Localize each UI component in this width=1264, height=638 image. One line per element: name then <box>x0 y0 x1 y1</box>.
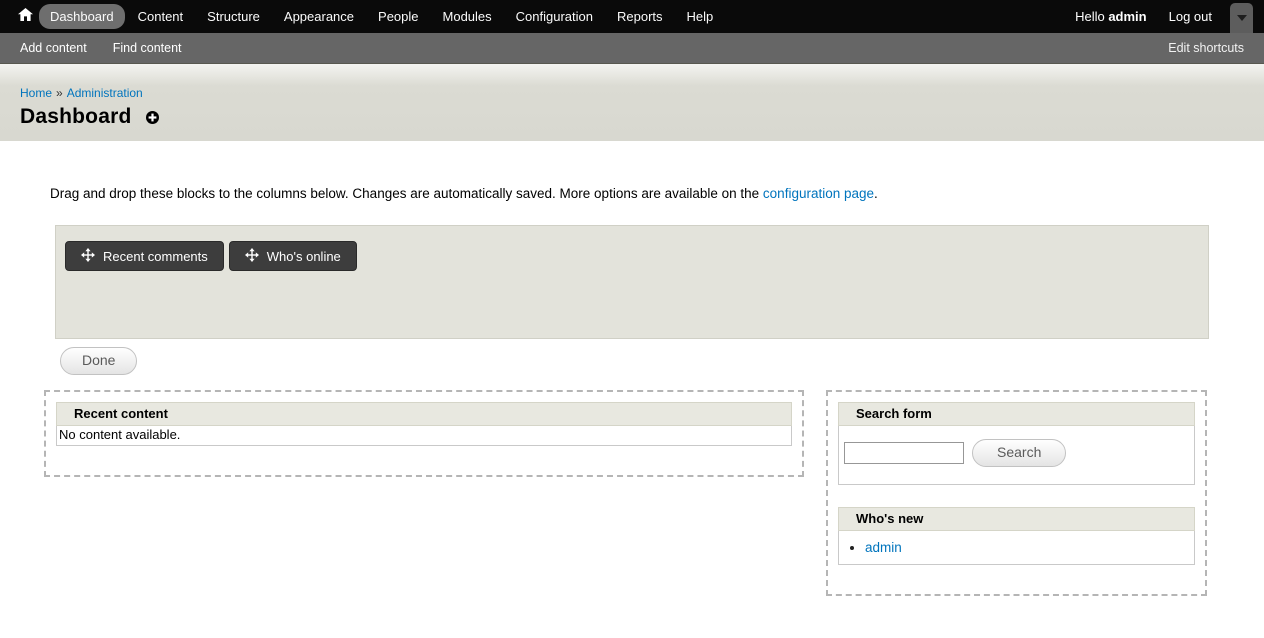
done-button[interactable]: Done <box>60 347 137 375</box>
search-form-block: Search form Search <box>838 402 1195 485</box>
list-item: admin <box>865 540 1194 555</box>
home-icon <box>18 8 33 26</box>
shortcut-links: Add content Find content <box>20 41 182 55</box>
dashboard-columns: Recent content No content available. Sea… <box>44 390 1207 596</box>
search-button[interactable]: Search <box>972 439 1066 467</box>
menu-item-appearance[interactable]: Appearance <box>273 4 365 29</box>
menu-item-structure[interactable]: Structure <box>196 4 271 29</box>
menu-item-content[interactable]: Content <box>127 4 195 29</box>
breadcrumb: Home » Administration <box>20 86 1244 100</box>
shortcut-add-content[interactable]: Add content <box>20 41 87 55</box>
edit-shortcuts-link[interactable]: Edit shortcuts <box>1168 41 1244 55</box>
circle-plus-icon[interactable] <box>146 111 159 124</box>
user-link-admin[interactable]: admin <box>865 540 902 555</box>
toolbar-toggle-button[interactable] <box>1230 3 1253 33</box>
page-header: Home » Administration Dashboard <box>0 64 1264 141</box>
user-greeting: Hello admin <box>1075 9 1147 24</box>
chevron-down-icon <box>1237 15 1247 21</box>
menu-item-dashboard[interactable]: Dashboard <box>39 4 125 29</box>
breadcrumb-home-link[interactable]: Home <box>20 86 52 100</box>
dashboard-help-text: Drag and drop these blocks to the column… <box>50 186 1264 201</box>
username: admin <box>1108 9 1146 24</box>
draggable-block-recent-comments[interactable]: Recent comments <box>65 241 224 271</box>
page-title: Dashboard <box>20 105 132 129</box>
breadcrumb-separator: » <box>56 86 63 100</box>
configuration-page-link[interactable]: configuration page <box>763 186 874 201</box>
admin-toolbar: Dashboard Content Structure Appearance P… <box>0 0 1264 33</box>
shortcut-find-content[interactable]: Find content <box>113 41 182 55</box>
breadcrumb-administration-link[interactable]: Administration <box>67 86 143 100</box>
shortcut-bar: Add content Find content Edit shortcuts <box>0 33 1264 64</box>
draggable-block-label: Recent comments <box>103 249 208 264</box>
search-input[interactable] <box>844 442 964 464</box>
logout-link[interactable]: Log out <box>1169 9 1212 24</box>
recent-content-block: Recent content No content available. <box>56 402 792 446</box>
recent-content-empty-text: No content available. <box>57 426 791 445</box>
search-form-block-title: Search form <box>838 402 1195 426</box>
admin-menu: Dashboard Content Structure Appearance P… <box>12 4 725 30</box>
drag-drop-region[interactable]: Recent comments Who's online <box>55 225 1209 339</box>
recent-content-block-title: Recent content <box>56 402 792 426</box>
menu-item-people[interactable]: People <box>367 4 429 29</box>
draggable-block-whos-online[interactable]: Who's online <box>229 241 357 271</box>
whos-new-block-title: Who's new <box>838 507 1195 531</box>
menu-item-help[interactable]: Help <box>676 4 725 29</box>
home-button[interactable] <box>12 4 38 30</box>
dashboard-column-main[interactable]: Recent content No content available. <box>44 390 804 477</box>
whos-new-user-list: admin <box>839 540 1194 555</box>
menu-item-configuration[interactable]: Configuration <box>505 4 604 29</box>
move-icon <box>245 248 259 265</box>
menu-item-modules[interactable]: Modules <box>432 4 503 29</box>
dashboard-column-sidebar[interactable]: Search form Search Who's new admin <box>826 390 1207 596</box>
menu-item-reports[interactable]: Reports <box>606 4 674 29</box>
main-content: Drag and drop these blocks to the column… <box>0 186 1264 596</box>
draggable-block-label: Who's online <box>267 249 341 264</box>
move-icon <box>81 248 95 265</box>
whos-new-block: Who's new admin <box>838 507 1195 565</box>
